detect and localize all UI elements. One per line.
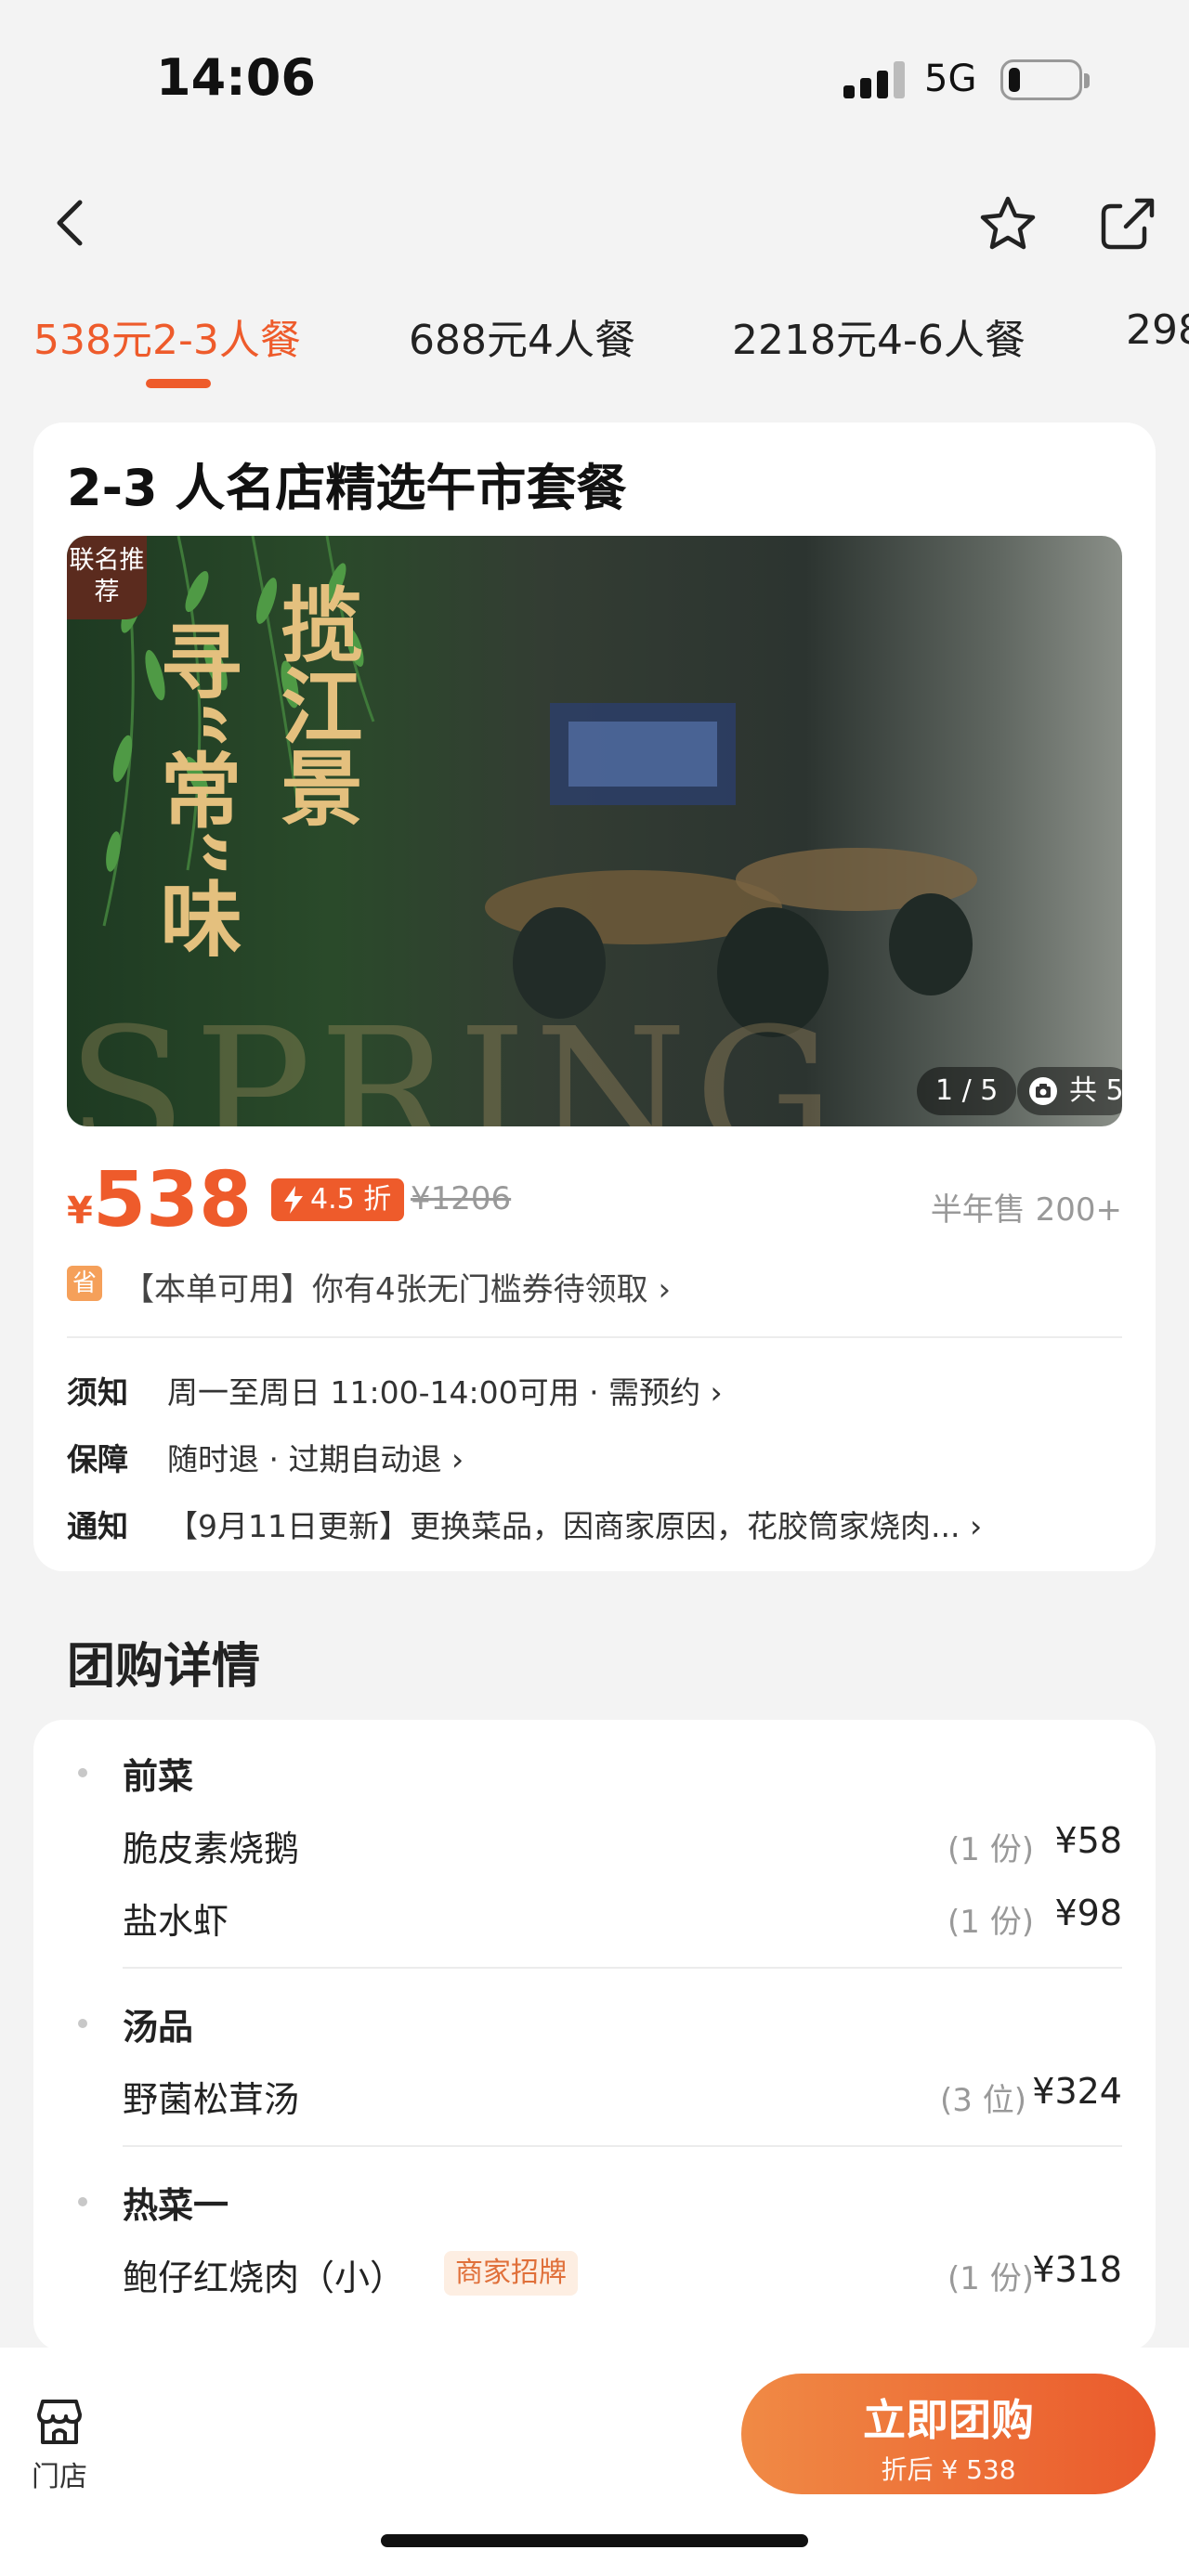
status-time: 14:06 (156, 48, 316, 107)
info-key: 保障 (67, 1441, 128, 1477)
tab-package-3[interactable]: 2218元4-6人餐 (732, 306, 1026, 366)
info-row-announcement[interactable]: 通知 【9月11日更新】更换菜品，因商家原因，花胶筒家烧肉... › (67, 1502, 1122, 1554)
dish-row: 野菌松茸汤 (3 位) ¥324 (123, 2071, 1122, 2127)
store-icon (37, 2400, 82, 2444)
info-key: 通知 (67, 1508, 128, 1544)
deal-price: 538 (93, 1156, 253, 1244)
package-tabs: 538元2-3人餐 688元4人餐 2218元4-6人餐 298 (0, 306, 1189, 399)
bullet-dot (78, 2197, 87, 2206)
deal-title: 2-3 人名店精选午市套餐 (67, 459, 627, 517)
image-pager: 1 / 5 (917, 1067, 1017, 1115)
divider (67, 1336, 1122, 1338)
dish-name: 鲍仔红烧肉（小） (123, 2257, 406, 2298)
info-value: 周一至周日 11:00-14:00可用 · 需预约 › (167, 1374, 723, 1411)
coupon-row[interactable]: 省 【本单可用】你有4张无门槛券待领取 › (67, 1260, 1122, 1312)
dish-quantity: (3 位) (940, 2082, 1026, 2119)
dish-row: 脆皮素烧鹅 (1 份) ¥58 (123, 1820, 1122, 1876)
save-icon: 省 (67, 1266, 102, 1301)
deal-card: 2-3 人名店精选午市套餐 揽江景 寻“常”味 SPRING 联名推荐 1 / … (33, 423, 1156, 1571)
status-bar: 14:06 5G (0, 0, 1189, 158)
home-indicator (381, 2534, 808, 2547)
original-price: ¥1206 (411, 1180, 512, 1217)
active-tab-indicator (146, 379, 211, 388)
group-name: 汤品 (123, 2007, 194, 2048)
store-button[interactable]: 门店 (28, 2396, 93, 2498)
dish-row: 盐水虾 (1 份) ¥98 (123, 1893, 1122, 1948)
bolt-icon (284, 1186, 303, 1214)
photo-count-button[interactable]: 共 5 (1017, 1067, 1122, 1115)
info-key: 须知 (67, 1374, 128, 1411)
dish-price: ¥318 (1032, 2249, 1122, 2290)
price-row: ¥ 538 4.5 折 ¥1206 半年售 200+ (67, 1156, 1122, 1244)
dish-row: 鲍仔红烧肉（小） 商家招牌 (1 份) ¥318 (123, 2249, 1122, 2305)
coupon-text: 【本单可用】你有4张无门槛券待领取 › (123, 1271, 672, 1308)
group-name: 前菜 (123, 1756, 194, 1797)
dish-quantity: (1 份) (947, 1904, 1034, 1941)
details-card: 前菜 脆皮素烧鹅 (1 份) ¥58 盐水虾 (1 份) ¥98 汤品 野菌松茸… (33, 1720, 1156, 2351)
recommend-badge: 联名推荐 (67, 536, 147, 619)
dish-price: ¥324 (1032, 2071, 1122, 2112)
store-label: 门店 (32, 2461, 87, 2493)
discount-label: 4.5 折 (310, 1183, 392, 1216)
buy-now-button[interactable]: 立即团购 折后 ¥ 538 (741, 2374, 1156, 2494)
buy-subtitle: 折后 ¥ 538 (881, 2454, 1016, 2485)
dish-name: 野菌松茸汤 (123, 2079, 300, 2120)
discount-badge: 4.5 折 (271, 1178, 405, 1221)
bullet-dot (78, 2019, 87, 2028)
info-row-guarantee[interactable]: 保障 随时退 · 过期自动退 › (67, 1435, 1122, 1487)
dish-name: 脆皮素烧鹅 (123, 1828, 300, 1869)
battery-icon (1000, 59, 1090, 100)
divider (123, 1967, 1122, 1969)
hero-slogan-right: 揽江景 (268, 582, 364, 827)
info-row-notice[interactable]: 须知 周一至周日 11:00-14:00可用 · 需预约 › (67, 1368, 1122, 1420)
info-value: 【9月11日更新】更换菜品，因商家原因，花胶筒家烧肉... › (167, 1508, 983, 1544)
back-icon[interactable] (45, 195, 100, 251)
dish-name: 盐水虾 (123, 1901, 229, 1942)
restaurant-interior-graphic (485, 703, 977, 1037)
photo-count-label: 共 5 (1069, 1074, 1122, 1107)
bullet-dot (78, 1768, 87, 1777)
group-name: 热菜一 (123, 2185, 229, 2226)
dish-quantity: (1 份) (947, 2260, 1034, 2297)
signature-tag: 商家招牌 (444, 2251, 578, 2296)
dish-quantity: (1 份) (947, 1831, 1034, 1868)
hero-slogan-left: 寻“常”味 (147, 619, 243, 959)
hero-watermark: SPRING (67, 991, 842, 1126)
price-currency: ¥ (67, 1190, 93, 1232)
tab-package-1[interactable]: 538元2-3人餐 (33, 306, 301, 366)
network-label: 5G (924, 58, 977, 100)
share-icon[interactable] (1098, 193, 1159, 254)
buy-label: 立即团购 (863, 2395, 1034, 2445)
nav-bar (0, 176, 1189, 269)
hero-image[interactable]: 揽江景 寻“常”味 SPRING 联名推荐 1 / 5 共 5 (67, 536, 1122, 1126)
star-icon[interactable] (977, 193, 1039, 254)
signal-icon (843, 61, 905, 98)
tab-package-4[interactable]: 298 (1126, 306, 1189, 354)
divider (123, 2145, 1122, 2147)
tab-package-2[interactable]: 688元4人餐 (409, 306, 635, 366)
section-title: 团购详情 (67, 1639, 261, 1695)
info-value: 随时退 · 过期自动退 › (167, 1441, 464, 1477)
dish-price: ¥58 (1054, 1820, 1122, 1861)
dish-price: ¥98 (1054, 1893, 1122, 1933)
camera-icon (1029, 1077, 1057, 1105)
sold-count: 半年售 200+ (930, 1191, 1122, 1229)
